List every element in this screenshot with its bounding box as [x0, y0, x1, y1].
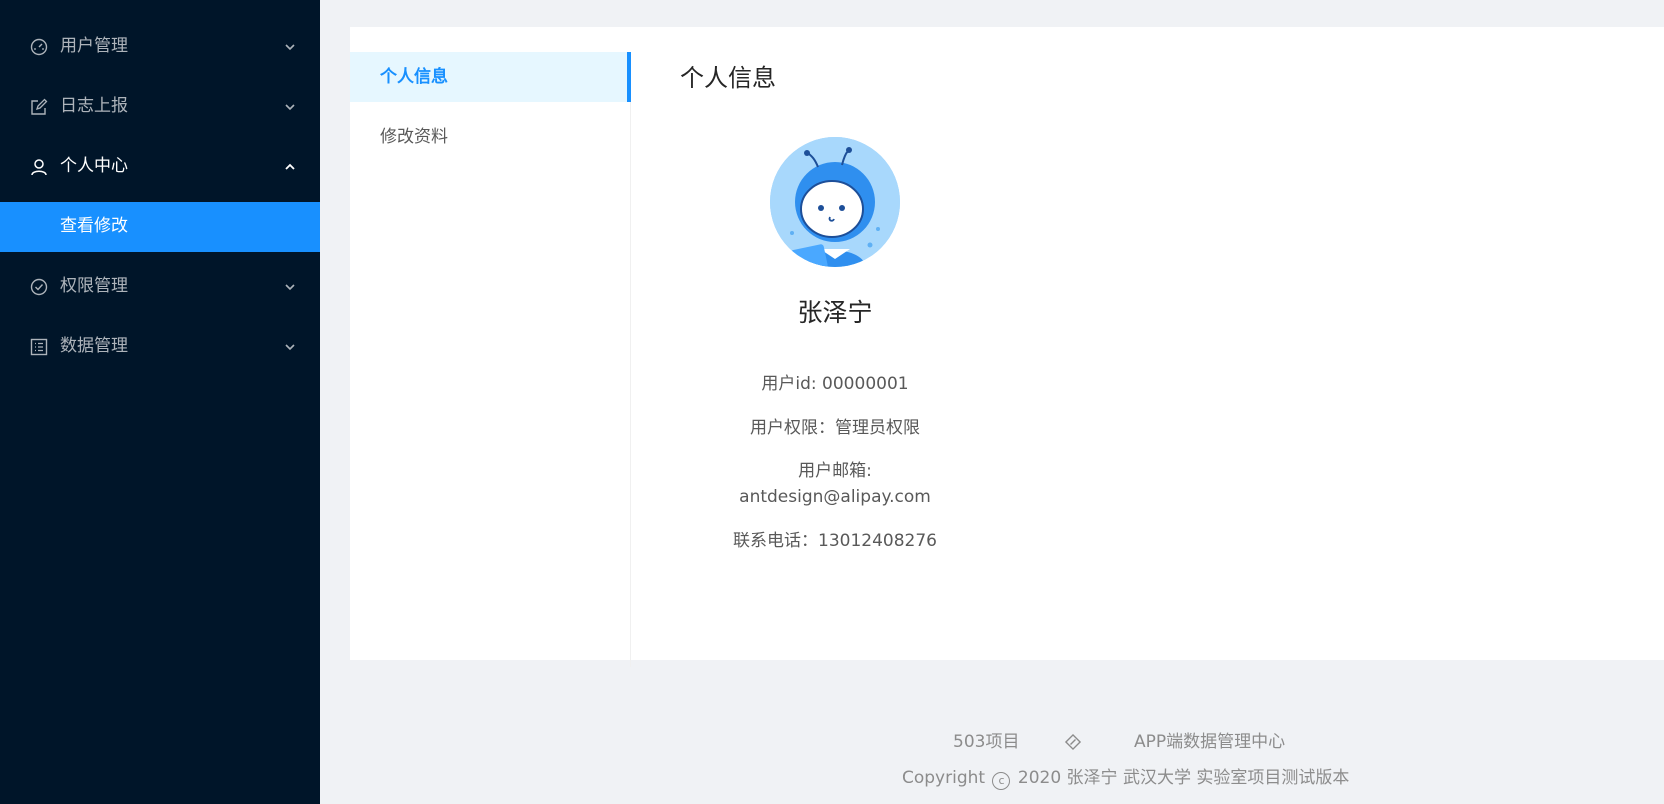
sidebar-subitem-view-edit[interactable]: 查看修改	[0, 202, 320, 252]
chevron-down-icon	[285, 44, 295, 51]
sidebar-item-user-management[interactable]: 用户管理	[0, 22, 320, 72]
settings-menu-item-basic-info[interactable]: 个人信息	[350, 52, 631, 102]
avatar-icon	[770, 137, 900, 267]
edit-icon	[31, 98, 48, 115]
email-value: antdesign@alipay.com	[739, 487, 931, 507]
user-permission: 用户权限：管理员权限	[750, 418, 920, 438]
settings-menu: 个人信息 修改资料	[350, 52, 631, 667]
phone: 联系电话：13012408276	[733, 531, 937, 551]
sidebar-item-label: 个人中心	[60, 156, 128, 176]
sidebar-item-label: 用户管理	[60, 36, 128, 56]
dashboard-icon	[30, 38, 48, 56]
user-icon	[31, 159, 47, 176]
email-label: 用户邮箱:	[798, 461, 872, 481]
sidebar-item-label: 日志上报	[60, 96, 128, 116]
settings-menu-item-edit-profile[interactable]: 修改资料	[350, 112, 630, 162]
settings-menu-item-label: 修改资料	[380, 127, 448, 147]
copyright-text: 2020 张泽宁 武汉大学 实验室项目测试版本	[1017, 768, 1350, 788]
sidebar: 用户管理 日志上报 个人中心 查看修改 权限管理 数据管理	[0, 0, 320, 804]
chevron-down-icon	[285, 284, 295, 291]
settings-card: 个人信息 修改资料 个人信息 张泽宁 用户id: 00000001 用户权限：管…	[350, 27, 1664, 667]
chevron-up-icon	[285, 163, 295, 170]
footer-links: 503项目 APP端数据管理中心	[0, 730, 1664, 754]
copyright-prefix: Copyright	[902, 768, 986, 788]
sidebar-subitem-label: 查看修改	[60, 216, 128, 236]
sidebar-item-label: 数据管理	[60, 336, 128, 356]
sidebar-item-log-report[interactable]: 日志上报	[0, 82, 320, 132]
copyright: Copyright c 2020 张泽宁 武汉大学 实验室项目测试版本	[902, 766, 1349, 790]
check-circle-icon	[30, 278, 48, 296]
chevron-down-icon	[285, 344, 295, 351]
sidebar-item-permission-management[interactable]: 权限管理	[0, 262, 320, 312]
user-id: 用户id: 00000001	[761, 374, 909, 394]
profile-icon	[30, 338, 48, 356]
section-title: 个人信息	[680, 64, 776, 92]
chevron-down-icon	[285, 104, 295, 111]
sidebar-item-data-management[interactable]: 数据管理	[0, 322, 320, 372]
footer-link-503[interactable]: 503项目	[953, 730, 1019, 754]
compass-icon[interactable]	[1064, 733, 1082, 751]
footer-link-app-data-center[interactable]: APP端数据管理中心	[1134, 730, 1285, 754]
sidebar-item-personal-center[interactable]: 个人中心	[0, 142, 320, 192]
sidebar-item-label: 权限管理	[60, 276, 128, 296]
copyright-icon: c	[992, 772, 1011, 790]
settings-menu-item-label: 个人信息	[380, 67, 448, 87]
profile-name: 张泽宁	[797, 298, 873, 327]
